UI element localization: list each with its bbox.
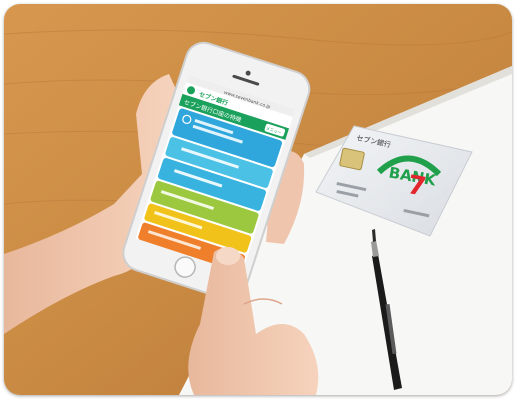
ic-chip (339, 147, 365, 171)
photo: BANK 7 セブン銀行 www.sevenbank.co.jp セブン銀行 セ… (4, 4, 512, 395)
